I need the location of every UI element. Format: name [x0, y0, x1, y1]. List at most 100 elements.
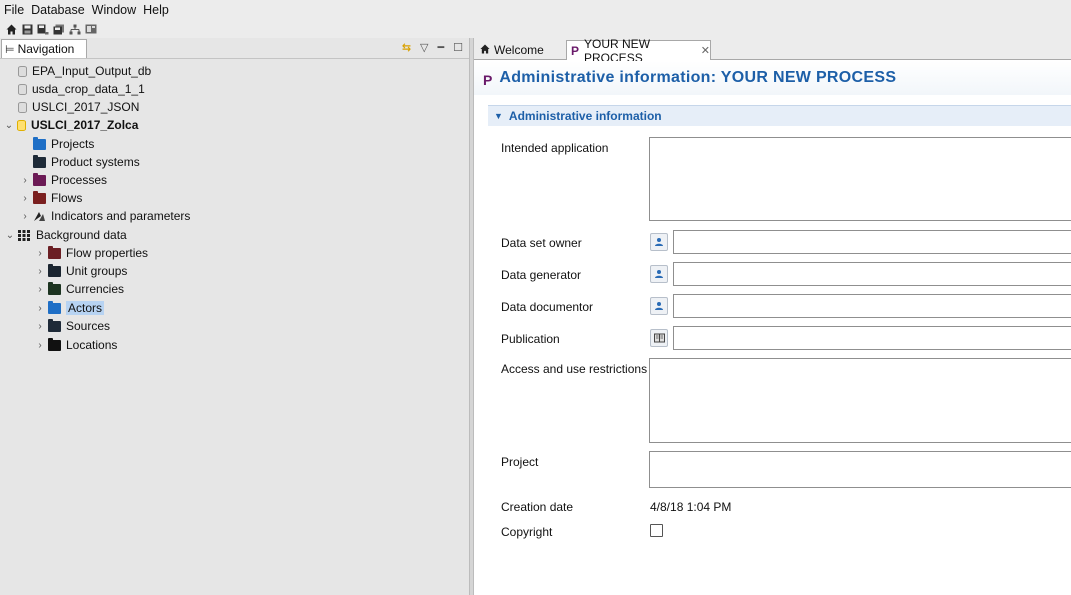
- tree-item-label: USLCI_2017_Zolca: [31, 118, 139, 132]
- maximize-icon[interactable]: ☐: [453, 40, 463, 56]
- tree-item-locations[interactable]: › Locations: [34, 336, 117, 354]
- tree-item-uslci-2017-zolca[interactable]: ⌄ USLCI_2017_Zolca: [3, 116, 139, 134]
- editor-header: P Administrative information: YOUR NEW P…: [474, 61, 1071, 95]
- data-set-owner-field[interactable]: [673, 230, 1071, 254]
- chevron-right-icon[interactable]: ›: [19, 175, 31, 186]
- person-icon[interactable]: [650, 297, 668, 315]
- project-label: Project: [501, 455, 539, 469]
- tree-item-label: USLCI_2017_JSON: [32, 100, 140, 114]
- menu-bar: File Database Window Help: [0, 0, 1071, 20]
- database-icon: [18, 65, 27, 77]
- tree-item-label: EPA_Input_Output_db: [32, 64, 152, 78]
- menu-help[interactable]: Help: [143, 3, 169, 17]
- navigation-panel: ⊨ Navigation ⇆ ▽ ━ ☐ EPA_Input_Output_db…: [0, 38, 469, 595]
- chevron-right-icon[interactable]: ›: [19, 193, 31, 204]
- page-title: Administrative information: YOUR NEW PRO…: [499, 69, 897, 86]
- chevron-down-icon[interactable]: ⌄: [3, 120, 15, 131]
- chevron-right-icon[interactable]: ›: [34, 248, 46, 259]
- collapse-triangle-icon[interactable]: ▼: [494, 111, 503, 121]
- tree-item-flow-properties[interactable]: › Flow properties: [34, 244, 148, 262]
- process-icon: P: [483, 72, 493, 88]
- section-administrative-information[interactable]: ▼ Administrative information: [488, 105, 1071, 126]
- publication-field[interactable]: [673, 326, 1071, 350]
- access-restrictions-label: Access and use restrictions: [501, 362, 648, 376]
- data-generator-field[interactable]: [673, 262, 1071, 286]
- copyright-label: Copyright: [501, 525, 553, 539]
- menu-file[interactable]: File: [4, 3, 24, 17]
- book-icon[interactable]: [650, 329, 668, 347]
- project-field[interactable]: [649, 451, 1071, 488]
- person-icon[interactable]: [650, 265, 668, 283]
- navigation-header: ⊨ Navigation ⇆ ▽ ━ ☐: [0, 38, 469, 58]
- folder-icon: [48, 263, 61, 277]
- save-all-icon[interactable]: [52, 22, 66, 36]
- access-restrictions-field[interactable]: [649, 358, 1071, 443]
- tree-item-label: Product systems: [51, 155, 140, 169]
- tree-item-label: Unit groups: [66, 264, 128, 278]
- menu-window[interactable]: Window: [92, 3, 136, 17]
- chevron-right-icon[interactable]: ›: [34, 303, 46, 314]
- chevron-right-icon[interactable]: ›: [34, 284, 46, 295]
- creation-date-value: 4/8/18 1:04 PM: [650, 500, 732, 514]
- intended-application-field[interactable]: [649, 137, 1071, 221]
- data-generator-label: Data generator: [501, 268, 582, 282]
- tree-item-label: Actors: [66, 301, 105, 315]
- menu-database[interactable]: Database: [31, 3, 85, 17]
- link-with-editor-icon[interactable]: ⇆: [402, 40, 411, 56]
- sitemap-icon[interactable]: [68, 22, 82, 36]
- tree-item-label: Background data: [36, 228, 127, 242]
- intended-application-label: Intended application: [501, 141, 609, 155]
- tree-item-currencies[interactable]: › Currencies: [34, 280, 124, 298]
- home-icon[interactable]: [4, 22, 18, 36]
- folder-icon: [48, 300, 61, 314]
- data-documentor-field[interactable]: [673, 294, 1071, 318]
- folder-icon: [33, 154, 46, 168]
- tree-item-usda-crop-data[interactable]: usda_crop_data_1_1: [18, 80, 145, 98]
- tree-item-label: Flows: [51, 191, 83, 205]
- tree-item-label: Projects: [51, 137, 95, 151]
- tree-item-uslci-2017-json[interactable]: USLCI_2017_JSON: [18, 98, 139, 116]
- navigation-tools: ⇆ ▽ ━ ☐: [393, 40, 463, 56]
- chevron-right-icon[interactable]: ›: [34, 266, 46, 277]
- close-icon[interactable]: ✕: [701, 44, 710, 57]
- editor-tab-bar: Welcome P YOUR NEW PROCESS ✕: [474, 37, 1071, 65]
- chevron-right-icon[interactable]: ›: [34, 321, 46, 332]
- tree-item-label: Sources: [66, 319, 111, 333]
- tree-item-unit-groups[interactable]: › Unit groups: [34, 262, 127, 280]
- tree-item-indicators-and-parameters[interactable]: › Indicators and parameters: [19, 207, 190, 225]
- tree-item-actors[interactable]: › Actors: [34, 299, 105, 317]
- tree-item-sources[interactable]: › Sources: [34, 317, 110, 335]
- toolbar: [0, 20, 1071, 38]
- minimize-icon[interactable]: ━: [438, 40, 445, 56]
- chevron-right-icon[interactable]: ›: [19, 211, 31, 222]
- person-icon[interactable]: [650, 233, 668, 251]
- save-as-icon[interactable]: [36, 22, 50, 36]
- home-icon: [480, 43, 490, 57]
- chevron-right-icon[interactable]: ›: [34, 340, 46, 351]
- folder-icon: [33, 190, 46, 204]
- indicators-icon: [33, 211, 46, 222]
- chevron-down-icon[interactable]: ⌄: [4, 230, 16, 241]
- tree-item-label: Currencies: [66, 282, 125, 296]
- tree-item-background-data[interactable]: ⌄ Background data: [4, 226, 127, 244]
- data-documentor-label: Data documentor: [501, 300, 594, 314]
- tree-item-product-systems[interactable]: Product systems: [33, 153, 140, 171]
- tree-item-flows[interactable]: › Flows: [19, 189, 82, 207]
- tab-welcome[interactable]: Welcome: [476, 40, 560, 60]
- database-icon: [18, 83, 27, 95]
- tab-your-new-process[interactable]: P YOUR NEW PROCESS ✕: [566, 37, 711, 65]
- view-menu-icon[interactable]: ▽: [420, 40, 428, 56]
- copyright-checkbox[interactable]: [650, 524, 663, 537]
- tree-item-processes[interactable]: › Processes: [19, 171, 107, 189]
- tree-item-epa-input-output-db[interactable]: EPA_Input_Output_db: [18, 62, 151, 80]
- report-icon[interactable]: [84, 22, 98, 36]
- publication-label: Publication: [501, 332, 560, 346]
- tree-item-projects[interactable]: Projects: [33, 135, 94, 153]
- process-icon: P: [571, 43, 580, 58]
- tree-item-label: Processes: [51, 173, 108, 187]
- tree-item-label: Indicators and parameters: [51, 209, 191, 223]
- tab-navigation[interactable]: ⊨ Navigation: [1, 39, 87, 58]
- save-icon[interactable]: [20, 22, 34, 36]
- section-title: Administrative information: [508, 109, 662, 123]
- folder-icon: [33, 172, 46, 186]
